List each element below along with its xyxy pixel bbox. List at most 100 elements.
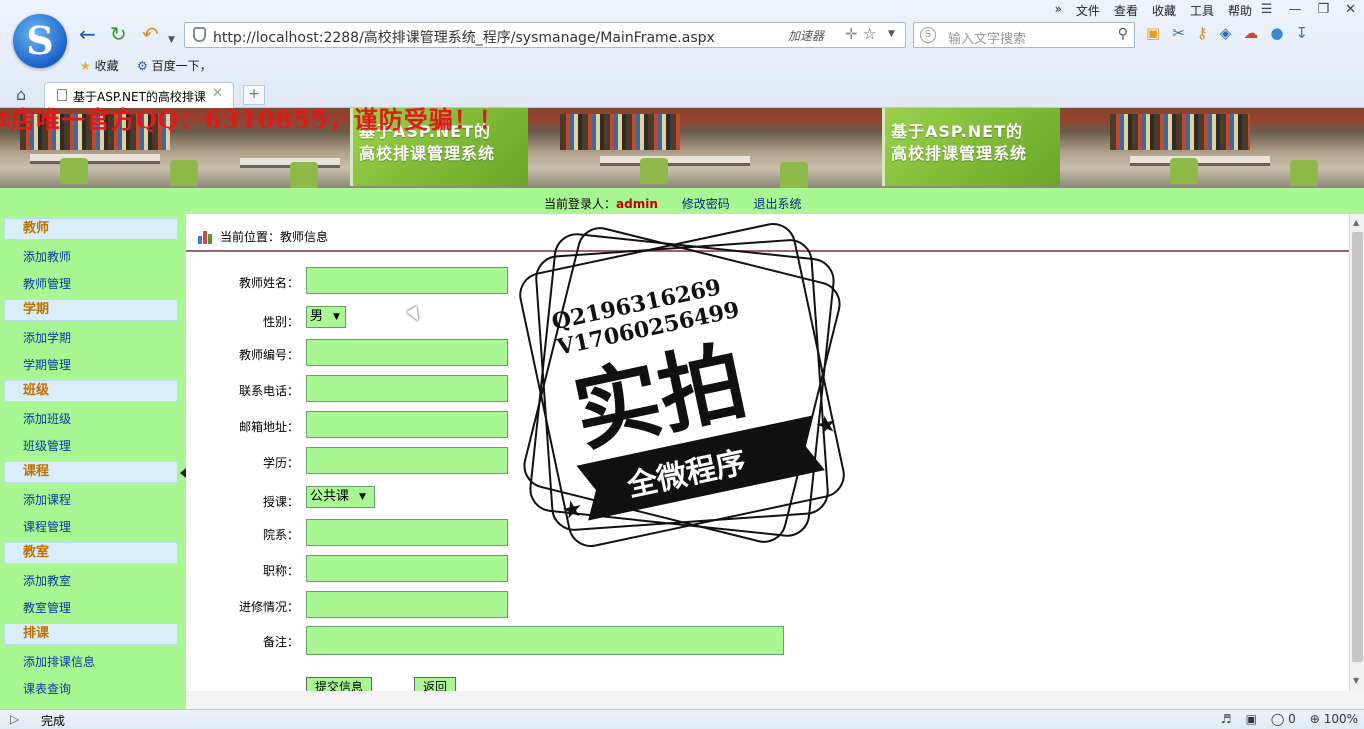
teacher-no-input[interactable] [306,339,508,366]
banner-title-line1: 基于ASP.NET的 [891,122,1024,141]
banner-chair [1170,158,1198,184]
speaker-icon[interactable]: ♬ [1221,712,1232,726]
download-icon[interactable]: ↧ [1295,24,1308,42]
search-icon[interactable]: ⚲ [1118,26,1128,42]
sidebar-item-add-teacher[interactable]: 添加教师 [23,248,71,265]
tab-close-icon[interactable]: ✕ [212,86,223,101]
form-row-email: 邮箱地址： [186,411,886,439]
close-icon[interactable]: ✕ [1345,2,1356,17]
department-input[interactable] [306,519,508,546]
sidebar-group-schedule[interactable]: 排课 [4,623,178,645]
form-row-title: 职称： [186,555,886,583]
favorites-label: 收藏 [94,59,119,73]
menu-view[interactable]: 查看 [1114,2,1138,19]
banner-chair [60,158,88,184]
course-type-label: 授课： [263,495,300,509]
status-bar: ▷ 完成 ♬ ▣ ◯ 0 ⊕ 100% [0,709,1364,729]
course-type-select[interactable]: 公共课 ▼ [306,486,375,508]
restore-icon[interactable]: ❐ [1317,2,1329,17]
vertical-scrollbar[interactable]: ▲ ▼ [1349,214,1364,691]
menu-help[interactable]: 帮助 [1228,2,1252,19]
status-icons: ♬ ▣ ◯ 0 ⊕ 100% [1221,712,1358,726]
refresh-icon[interactable]: ↻ [110,24,127,44]
phone-input[interactable] [306,375,508,402]
key-icon[interactable]: ⚷ [1197,24,1208,42]
star-icon[interactable]: ☆ [863,25,876,43]
baidu-bookmark[interactable]: ⚙ 百度一下， [137,57,212,74]
browser-logo-icon: S [13,14,67,68]
zoom-control[interactable]: ⊕ 100% [1310,712,1358,726]
banner-title-box: 基于ASP.NET的 高校排课管理系统 [882,108,1060,186]
menu-file[interactable]: 文件 [1076,2,1100,19]
menu-favorites[interactable]: 收藏 [1152,2,1176,19]
sidebar-group-class[interactable]: 班级 [4,380,178,402]
sidebar-item-add-term[interactable]: 添加学期 [23,329,71,346]
menu-tools[interactable]: 工具 [1190,2,1214,19]
sidebar-toggle-icon[interactable]: ▷ [10,712,19,726]
menu-bar: » 文件 查看 收藏 工具 帮助 [1055,2,1252,19]
sidebar-item-add-course[interactable]: 添加课程 [23,491,71,508]
sidebar-item-classroom-manage[interactable]: 教室管理 [23,599,71,616]
back-button[interactable]: 返回 [414,677,457,691]
undo-icon[interactable]: ↶ [142,24,159,44]
gender-label: 性别： [263,315,300,329]
change-password-link[interactable]: 修改密码 [682,197,730,211]
training-input[interactable] [306,591,508,618]
chart-icon-bar [208,234,212,244]
phone-label: 联系电话： [239,384,300,398]
scissors-icon[interactable]: ✂ [1172,24,1185,42]
gender-select[interactable]: 男 ▼ [306,306,346,328]
search-box[interactable]: S 输入文字搜索 ⚲ [913,22,1135,48]
address-dropdown-icon[interactable]: ▼ [888,29,895,39]
scroll-thumb[interactable] [1352,232,1363,662]
search-placeholder[interactable]: 输入文字搜索 [948,28,1026,47]
form-row-teacher-name: 教师姓名： [186,267,886,295]
menu-more[interactable]: » [1055,2,1062,19]
title-input[interactable] [306,555,508,582]
sidebar-group-term[interactable]: 学期 [4,299,178,321]
sidebar-item-add-classroom[interactable]: 添加教室 [23,572,71,589]
sidebar-item-term-manage[interactable]: 学期管理 [23,356,71,373]
email-input[interactable] [306,411,508,438]
banner-table [600,156,750,166]
address-url[interactable]: http://localhost:2288/高校排课管理系统_程序/sysman… [213,27,715,47]
sidebar-item-timetable-query[interactable]: 课表查询 [23,680,71,697]
back-icon[interactable]: ← [79,24,96,44]
logout-link[interactable]: 退出系统 [754,197,802,211]
minimize-icon[interactable]: — [1288,2,1301,17]
sidebar-item-add-schedule[interactable]: 添加排课信息 [23,653,95,670]
sidebar-item-teacher-manage[interactable]: 教师管理 [23,275,71,292]
sidebar-group-course[interactable]: 课程 [4,461,178,483]
title-label: 职称： [263,564,300,578]
scroll-down-icon[interactable]: ▼ [1353,676,1359,685]
banner-chair [780,162,808,188]
address-bar[interactable]: http://localhost:2288/高校排课管理系统_程序/sysman… [184,22,906,48]
ad-block-icon[interactable]: ◯ 0 [1271,712,1296,726]
scroll-up-icon[interactable]: ▲ [1353,218,1359,227]
login-info: 当前登录人：admin 修改密码 退出系统 [544,195,802,212]
search-engine-icon[interactable]: S [920,27,936,43]
education-input[interactable] [306,447,508,474]
share-icon[interactable]: ☁ [1243,24,1258,42]
translate-icon[interactable]: ◈ [1220,24,1232,42]
form-row-gender: 性别： 男 ▼ [186,306,886,334]
sidebar-item-course-manage[interactable]: 课程管理 [23,518,71,535]
download-manager-icon[interactable]: ▣ [1246,712,1257,726]
sidebar-group-classroom[interactable]: 教室 [4,542,178,564]
banner-chair [640,158,668,184]
sidebar-group-teacher[interactable]: 教师 [4,218,178,240]
gender-value: 男 [310,309,324,324]
favorites-item[interactable]: ★ 收藏 [80,57,119,74]
sidebar-item-class-manage[interactable]: 班级管理 [23,437,71,454]
sidebar-item-add-class[interactable]: 添加班级 [23,410,71,427]
bookmark-icon[interactable]: ▣ [1146,24,1160,42]
paw-icon: ⚙ [137,59,148,73]
chat-icon[interactable]: ● [1270,24,1283,42]
accelerator-label[interactable]: 加速器 [788,27,824,44]
skin-icon[interactable]: ☰ [1261,2,1273,17]
undo-dropdown-icon[interactable]: ▼ [168,30,175,50]
note-textarea[interactable] [306,626,784,655]
lightning-icon[interactable]: ✛ [845,25,858,43]
submit-button[interactable]: 提交信息 [306,677,373,691]
teacher-name-input[interactable] [306,267,508,294]
